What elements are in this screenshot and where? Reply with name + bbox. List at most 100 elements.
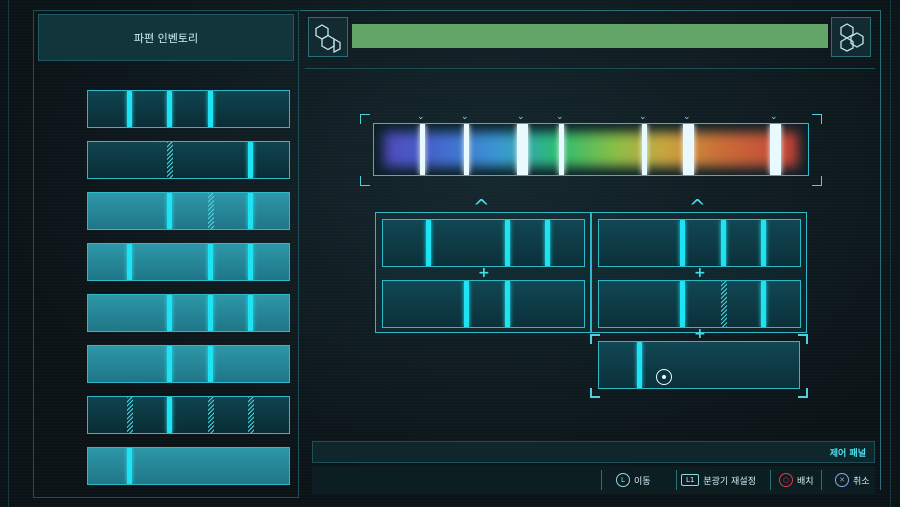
left-stick-icon: L bbox=[616, 473, 630, 487]
hint-cancel[interactable]: ✕ 취소 bbox=[835, 470, 870, 490]
chevron-down-icon: ⌄ bbox=[517, 112, 525, 122]
control-panel-label: 제어 패널 bbox=[829, 448, 866, 459]
fragment-line bbox=[167, 295, 172, 331]
frame-right-line bbox=[890, 0, 891, 507]
selection-bracket bbox=[798, 388, 808, 398]
circle-button-icon: ○ bbox=[779, 473, 793, 487]
fragment-line bbox=[637, 342, 642, 388]
fragment-line bbox=[167, 397, 172, 433]
inventory-title-text: 파편 인벤토리 bbox=[133, 31, 199, 45]
fragment-line bbox=[167, 91, 172, 127]
fragment-line bbox=[167, 193, 172, 229]
analysis-progress-fill bbox=[352, 24, 828, 48]
spectrum-line bbox=[683, 124, 694, 175]
spectrum-bracket bbox=[812, 176, 822, 186]
fragment-line bbox=[167, 346, 172, 382]
hint-move[interactable]: L 이동 bbox=[616, 470, 651, 490]
plus-icon: + bbox=[694, 326, 706, 342]
fragment-line bbox=[127, 244, 132, 280]
spectrum-line bbox=[517, 124, 528, 175]
molecule-icon-left bbox=[308, 17, 348, 57]
divider bbox=[601, 470, 602, 490]
slot-left-bottom[interactable] bbox=[382, 280, 585, 328]
chevron-down-icon: ⌄ bbox=[417, 112, 425, 122]
chevron-down-icon: ⌄ bbox=[556, 112, 564, 122]
slot-left-top[interactable] bbox=[382, 219, 585, 267]
target-spectrum bbox=[373, 123, 809, 176]
fragment-line bbox=[680, 281, 685, 327]
fragment-line bbox=[208, 295, 213, 331]
inventory-fragment[interactable] bbox=[87, 192, 290, 230]
inventory-title: 파편 인벤토리 bbox=[38, 14, 294, 61]
cross-button-icon: ✕ bbox=[835, 473, 849, 487]
spectrum-line bbox=[420, 124, 425, 175]
spectrum-gradient bbox=[384, 132, 798, 167]
fragment-hatched-line bbox=[208, 397, 214, 433]
inventory-fragment[interactable] bbox=[87, 345, 290, 383]
spectrum-line bbox=[464, 124, 469, 175]
fragment-line bbox=[208, 244, 213, 280]
inventory-fragment[interactable] bbox=[87, 396, 290, 434]
chevron-down-icon: ⌄ bbox=[639, 112, 647, 122]
inventory-fragment[interactable] bbox=[87, 141, 290, 179]
inventory-fragment[interactable] bbox=[87, 90, 290, 128]
fragment-hatched-line bbox=[127, 397, 133, 433]
hint-reset-label: 분광기 재설정 bbox=[703, 476, 756, 487]
hint-place[interactable]: ○ 배치 bbox=[779, 470, 814, 490]
fragment-line bbox=[248, 244, 253, 280]
inventory-fragment[interactable] bbox=[87, 294, 290, 332]
spectrum-bracket bbox=[360, 114, 370, 124]
inventory-fragment[interactable] bbox=[87, 243, 290, 281]
divider bbox=[821, 470, 822, 490]
hint-move-label: 이동 bbox=[634, 476, 651, 487]
slot-result-selected[interactable] bbox=[598, 341, 800, 389]
hint-reset-spectroscope[interactable]: L1 분광기 재설정 bbox=[681, 470, 756, 490]
fragment-line bbox=[426, 220, 431, 266]
analysis-progress-bar bbox=[352, 24, 828, 48]
hexagon-molecule-icon bbox=[840, 23, 864, 52]
fragment-line bbox=[127, 448, 132, 484]
fragment-line bbox=[464, 281, 469, 327]
control-panel-bar: 제어 패널 bbox=[312, 441, 875, 463]
fragment-line bbox=[127, 91, 132, 127]
spectrum-bracket bbox=[812, 114, 822, 124]
fragment-hatched-line bbox=[248, 397, 254, 433]
spectrum-line bbox=[559, 124, 564, 175]
molecule-icon-right bbox=[831, 17, 871, 57]
spectrum-line bbox=[642, 124, 647, 175]
selection-bracket bbox=[590, 388, 600, 398]
divider bbox=[676, 470, 677, 490]
inventory-fragment[interactable] bbox=[87, 447, 290, 485]
frame-top-line bbox=[300, 10, 880, 11]
plus-icon: + bbox=[694, 265, 706, 281]
fragment-line bbox=[761, 281, 766, 327]
divider bbox=[770, 470, 771, 490]
chevron-down-icon: ⌄ bbox=[770, 112, 778, 122]
fragment-hatched-line bbox=[208, 193, 214, 229]
fragment-hatched-line bbox=[721, 281, 727, 327]
l1-button-icon: L1 bbox=[681, 474, 700, 486]
fragment-line bbox=[248, 295, 253, 331]
frame-left-line bbox=[8, 0, 9, 507]
slot-right-bottom[interactable] bbox=[598, 280, 801, 328]
fragment-line bbox=[505, 281, 510, 327]
spectrum-bracket bbox=[360, 176, 370, 186]
slot-right-top[interactable] bbox=[598, 219, 801, 267]
hint-place-label: 배치 bbox=[797, 476, 814, 487]
fragment-line bbox=[208, 346, 213, 382]
fragment-line bbox=[208, 91, 213, 127]
frame-inner-right bbox=[880, 10, 881, 490]
fragment-hatched-line bbox=[167, 142, 173, 178]
fragment-line bbox=[545, 220, 550, 266]
hexagon-molecule-icon bbox=[315, 24, 341, 53]
cursor-icon bbox=[656, 369, 672, 385]
hint-cancel-label: 취소 bbox=[853, 476, 870, 487]
chevron-down-icon: ⌄ bbox=[461, 112, 469, 122]
fragment-line bbox=[721, 220, 726, 266]
fragment-line bbox=[248, 193, 253, 229]
fragment-line bbox=[248, 142, 253, 178]
plus-icon: + bbox=[478, 265, 490, 281]
fragment-line bbox=[761, 220, 766, 266]
spectrum-line bbox=[770, 124, 781, 175]
fragment-line bbox=[680, 220, 685, 266]
